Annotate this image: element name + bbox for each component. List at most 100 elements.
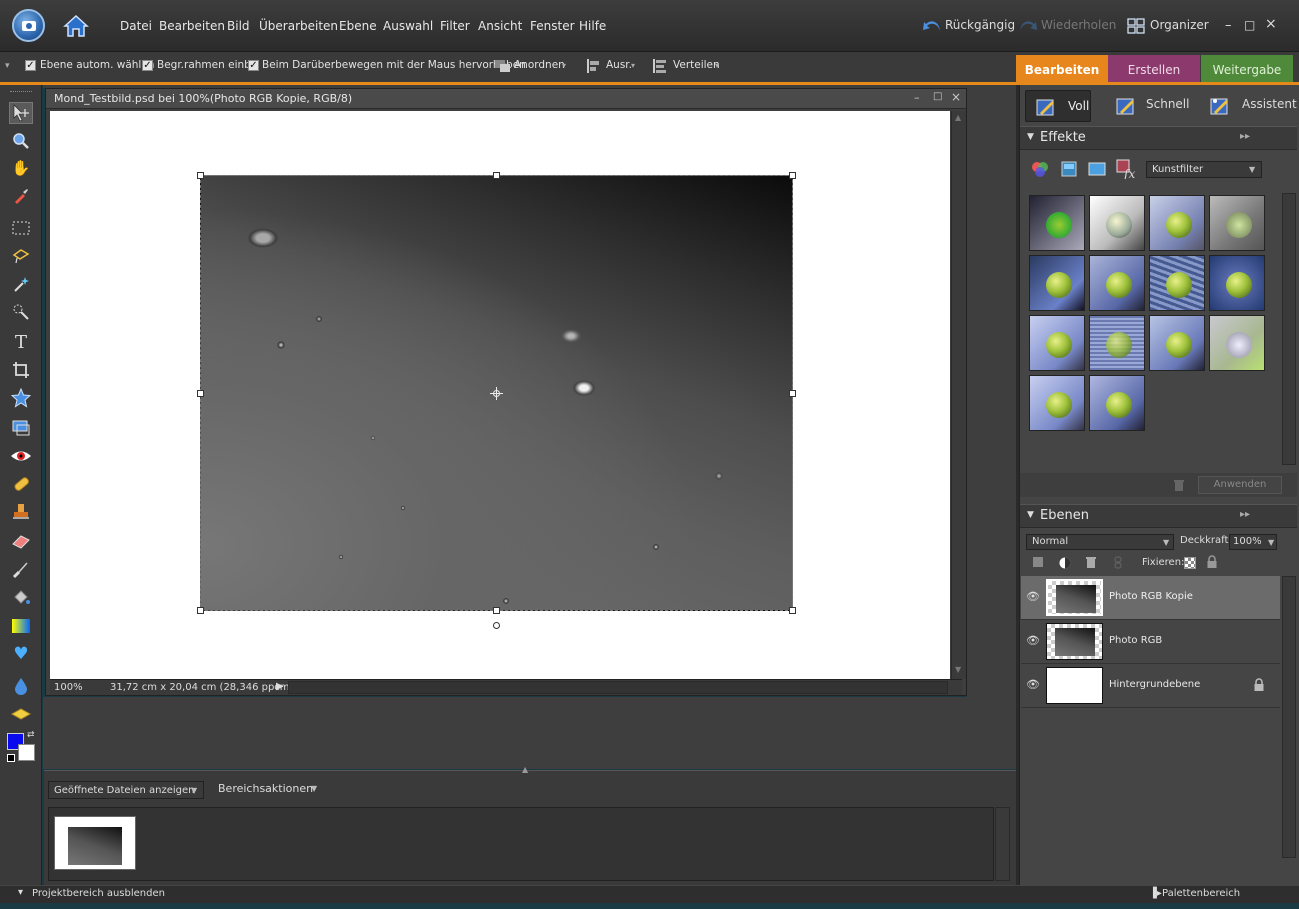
collapse-triangle-icon[interactable]: ▼ (1027, 132, 1034, 142)
visibility-eye-icon[interactable]: 👁 (1026, 634, 1040, 647)
effect-thumb-13[interactable] (1029, 375, 1085, 431)
options-menu-chevron-icon[interactable]: ▾ (5, 61, 10, 71)
effect-thumb-1[interactable] (1029, 195, 1085, 251)
red-eye-tool-icon[interactable] (9, 445, 33, 467)
collapse-triangle-icon[interactable]: ▼ (1027, 510, 1034, 520)
hide-bin-icon[interactable]: ▾ (18, 887, 23, 898)
brush-tool-icon[interactable] (9, 559, 33, 581)
align-dropdown[interactable]: Ausr. (606, 59, 632, 71)
lasso-tool-icon[interactable] (9, 245, 33, 267)
effects-scrollbar[interactable] (1282, 193, 1296, 465)
hand-tool-icon[interactable]: ✋ (9, 157, 33, 179)
layer-row-photo-rgb-kopie[interactable]: 👁 Photo RGB Kopie (1021, 576, 1280, 620)
default-colors-icon[interactable] (7, 754, 15, 762)
bin-thumbnail-area[interactable] (48, 807, 994, 881)
visibility-eye-icon[interactable]: 👁 (1026, 590, 1040, 603)
filters-category-icon[interactable] (1030, 159, 1050, 179)
background-color-swatch[interactable] (18, 744, 35, 761)
quick-edit-icon[interactable] (1116, 96, 1136, 116)
doc-minimize-button[interactable]: – (914, 91, 920, 104)
minimize-button[interactable]: – (1225, 18, 1232, 33)
organizer-button[interactable]: Organizer (1150, 18, 1209, 32)
redo-button[interactable] (1018, 18, 1038, 34)
palette-bin-icon[interactable]: ▐▸ (1149, 888, 1162, 899)
align-icon[interactable] (586, 59, 604, 73)
effect-thumb-6[interactable] (1089, 255, 1145, 311)
visibility-eye-icon[interactable]: 👁 (1026, 678, 1040, 691)
effects-category-dropdown[interactable]: Kunstfilter ▼ (1146, 161, 1262, 178)
hide-project-bin-button[interactable]: Projektbereich ausblenden (32, 888, 165, 899)
menu-fenster[interactable]: Fenster (530, 19, 575, 33)
menu-filter[interactable]: Filter (440, 19, 470, 33)
guided-edit-button[interactable]: Assistent (1242, 97, 1297, 111)
effect-thumb-7[interactable] (1149, 255, 1205, 311)
menu-ebene[interactable]: Ebene (339, 19, 377, 33)
magic-wand-tool-icon[interactable] (9, 273, 33, 295)
zoom-field[interactable]: 100% (54, 682, 83, 693)
menu-datei[interactable]: Datei (120, 19, 152, 33)
bin-actions-menu[interactable]: Bereichsaktionen (218, 782, 313, 795)
full-edit-button[interactable]: Voll (1025, 90, 1091, 122)
menu-bearbeiten[interactable]: Bearbeiten (159, 19, 225, 33)
move-tool-icon[interactable] (9, 102, 33, 124)
clone-stamp-tool-icon[interactable] (9, 501, 33, 523)
document-titlebar[interactable]: Mond_Testbild.psd bei 100%(Photo RGB Kop… (46, 89, 966, 109)
panel-menu-icon[interactable]: ▸▸ (1240, 131, 1250, 142)
effect-thumb-2[interactable] (1089, 195, 1145, 251)
undo-button[interactable] (922, 18, 942, 34)
healing-brush-tool-icon[interactable] (9, 473, 33, 495)
gradient-tool-icon[interactable] (9, 615, 33, 637)
layer-row-hintergrundebene[interactable]: 👁 Hintergrundebene (1021, 664, 1280, 708)
rotate-handle[interactable] (493, 622, 500, 629)
all-effects-icon[interactable]: fx (1116, 159, 1136, 179)
blur-tool-icon[interactable] (9, 675, 33, 697)
adjustment-layer-icon[interactable] (1058, 556, 1072, 570)
transform-handle-bc[interactable] (493, 607, 500, 614)
layers-scrollbar[interactable] (1282, 576, 1296, 858)
transform-handle-ml[interactable] (197, 390, 204, 397)
effect-thumb-12[interactable] (1209, 315, 1265, 371)
organizer-icon[interactable] (1127, 18, 1145, 34)
effect-thumb-11[interactable] (1149, 315, 1205, 371)
maximize-button[interactable]: □ (1244, 18, 1255, 32)
palette-bin-button[interactable]: Palettenbereich (1162, 888, 1240, 899)
menu-hilfe[interactable]: Hilfe (579, 19, 606, 33)
effect-thumb-5[interactable] (1029, 255, 1085, 311)
text-tool-icon[interactable]: T (9, 331, 33, 353)
custom-shape-tool-icon[interactable]: ♥ (9, 643, 33, 665)
auto-select-checkbox[interactable]: ✓ (25, 60, 36, 71)
opacity-field[interactable]: 100% ▼ (1229, 534, 1277, 550)
panel-menu-icon[interactable]: ▸▸ (1240, 509, 1250, 520)
canvas[interactable] (50, 111, 950, 679)
doc-maximize-button[interactable]: □ (933, 91, 942, 102)
transform-handle-mr[interactable] (789, 390, 796, 397)
tab-weitergabe[interactable]: Weitergabe (1201, 55, 1293, 85)
effect-thumb-10[interactable] (1089, 315, 1145, 371)
tab-erstellen[interactable]: Erstellen (1108, 55, 1200, 85)
lock-all-icon[interactable] (1206, 555, 1218, 569)
effect-thumb-3[interactable] (1149, 195, 1205, 251)
layer-styles-icon[interactable] (1060, 160, 1078, 178)
quick-selection-tool-icon[interactable] (9, 301, 33, 323)
apply-effect-button[interactable]: Anwenden (1198, 476, 1282, 494)
layer-row-photo-rgb[interactable]: 👁 Photo RGB (1021, 620, 1280, 664)
menu-ansicht[interactable]: Ansicht (478, 19, 522, 33)
recompose-tool-icon[interactable] (9, 417, 33, 439)
resize-grip-icon[interactable]: ▲ (522, 765, 528, 774)
transform-handle-tc[interactable] (493, 172, 500, 179)
effect-thumb-14[interactable] (1089, 375, 1145, 431)
paint-bucket-tool-icon[interactable] (9, 587, 33, 609)
transform-handle-br[interactable] (789, 607, 796, 614)
blend-mode-dropdown[interactable]: Normal ▼ (1026, 534, 1174, 550)
distribute-icon[interactable] (652, 59, 670, 73)
delete-layer-icon[interactable] (1085, 556, 1097, 568)
app-logo-icon[interactable] (12, 9, 45, 42)
arrange-icon[interactable] (494, 59, 512, 73)
bin-file-thumbnail[interactable] (54, 816, 136, 870)
vertical-scrollbar[interactable]: ▲ ▼ (951, 111, 966, 679)
transform-handle-bl[interactable] (197, 607, 204, 614)
menu-bild[interactable]: Bild (227, 19, 250, 33)
trash-icon[interactable] (1173, 479, 1185, 491)
sponge-tool-icon[interactable] (9, 703, 33, 725)
show-files-dropdown[interactable]: Geöffnete Dateien anzeigen ▼ (48, 781, 204, 799)
